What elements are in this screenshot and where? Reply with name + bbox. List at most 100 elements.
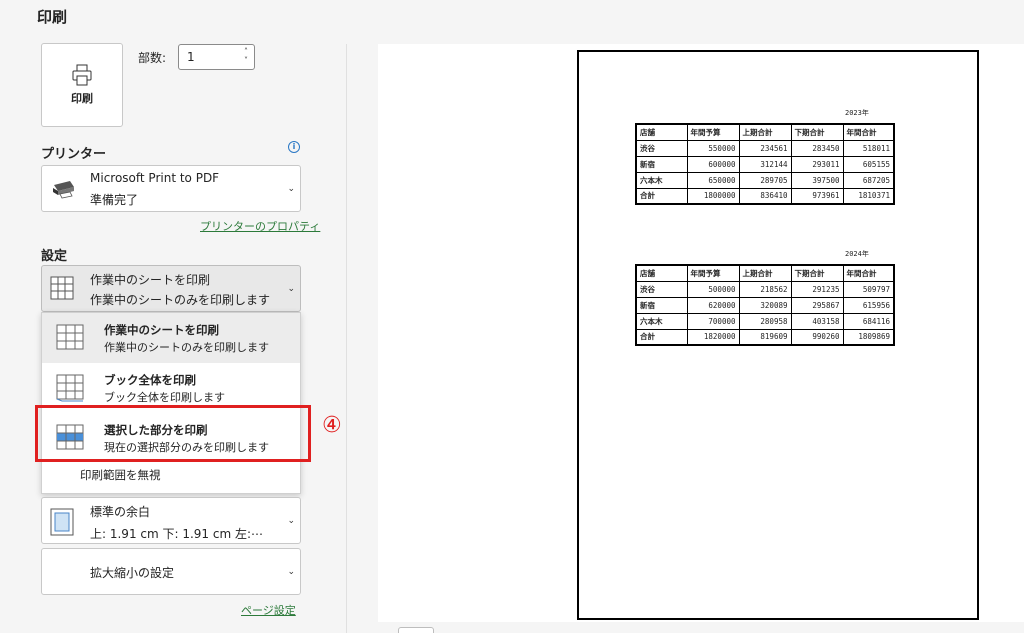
- printer-properties-link[interactable]: プリンターのプロパティ: [200, 218, 320, 234]
- highlight-box: [35, 405, 311, 462]
- panel-divider: [346, 44, 347, 633]
- store-cell: 新宿: [635, 296, 688, 314]
- header-cell: 上期合計: [738, 123, 792, 141]
- margins-dropdown[interactable]: 標準の余白 上: 1.91 cm 下: 1.91 cm 左:⋯ ⌄: [41, 497, 301, 544]
- store-cell: 合計: [635, 328, 688, 346]
- store-cell: 渋谷: [635, 280, 688, 298]
- printer-dropdown[interactable]: Microsoft Print to PDF 準備完了 ⌄: [41, 165, 301, 212]
- book-grid-icon: [56, 374, 84, 402]
- chevron-down-icon: ⌄: [287, 515, 295, 526]
- value-cell: 550000: [686, 139, 740, 157]
- header-cell: 年間合計: [842, 264, 895, 282]
- value-cell: 615956: [842, 296, 895, 314]
- table-total-row: 合計 1820000 819609 990260 1809869: [635, 328, 895, 346]
- menu-item-subtitle: 作業中のシートのみを印刷します: [104, 341, 269, 354]
- printer-section-title: プリンター: [41, 147, 107, 162]
- print-scope-dropdown[interactable]: 作業中のシートを印刷 作業中のシートのみを印刷します ⌄: [41, 265, 301, 312]
- page-title: 印刷: [37, 8, 68, 26]
- header-cell: 上期合計: [738, 264, 792, 282]
- value-cell: 836410: [738, 187, 792, 205]
- printer-icon: [72, 64, 92, 86]
- settings-section-title: 設定: [41, 249, 68, 264]
- table-row: 渋谷 550000 234561 283450 518011: [635, 139, 895, 157]
- value-cell: 283450: [790, 139, 844, 157]
- value-cell: 291235: [790, 280, 844, 298]
- store-cell: 合計: [635, 187, 688, 205]
- table-row: 新宿 620000 320089 295867 615956: [635, 296, 895, 314]
- margins-subtitle: 上: 1.91 cm 下: 1.91 cm 左:⋯: [90, 527, 264, 541]
- step-number: ④: [322, 413, 342, 438]
- chevron-down-icon: ⌄: [287, 183, 295, 194]
- value-cell: 500000: [686, 280, 740, 298]
- value-cell: 280958: [738, 312, 792, 330]
- sales-table-2024: 店舗 年間予算 上期合計 下期合計 年間合計 渋谷 500000 218562 …: [635, 264, 895, 346]
- value-cell: 320089: [738, 296, 792, 314]
- sales-table-2023: 店舗 年間予算 上期合計 下期合計 年間合計 渋谷 550000 234561 …: [635, 123, 895, 205]
- print-button[interactable]: 印刷: [41, 43, 123, 127]
- value-cell: 1820000: [686, 328, 740, 346]
- header-cell: 年間合計: [842, 123, 895, 141]
- store-cell: 渋谷: [635, 139, 688, 157]
- value-cell: 605155: [842, 155, 895, 173]
- value-cell: 289705: [738, 171, 792, 189]
- chevron-up-icon[interactable]: ˄: [244, 47, 248, 56]
- print-button-label: 印刷: [71, 92, 93, 105]
- copies-value: 1: [187, 50, 195, 64]
- value-cell: 1810371: [842, 187, 895, 205]
- margins-title: 標準の余白: [90, 505, 151, 519]
- header-cell: 年間予算: [686, 123, 740, 141]
- info-icon[interactable]: i: [288, 141, 300, 153]
- value-cell: 687205: [842, 171, 895, 189]
- value-cell: 990260: [790, 328, 844, 346]
- value-cell: 700000: [686, 312, 740, 330]
- copies-input[interactable]: 1 ˄ ˅: [178, 44, 255, 70]
- value-cell: 600000: [686, 155, 740, 173]
- print-settings-panel: 印刷 印刷 部数: 1 ˄ ˅ プリンター i Microsoft Print …: [0, 0, 346, 633]
- sheet-grid-icon: [56, 324, 84, 350]
- value-cell: 312144: [738, 155, 792, 173]
- chevron-down-icon: ⌄: [287, 566, 295, 577]
- table-row: 新宿 600000 312144 293011 605155: [635, 155, 895, 173]
- table-row: 渋谷 500000 218562 291235 509797: [635, 280, 895, 298]
- menu-item-active-sheet[interactable]: 作業中のシートを印刷 作業中のシートのみを印刷します: [42, 313, 300, 363]
- store-cell: 新宿: [635, 155, 688, 173]
- copies-spinner[interactable]: ˄ ˅: [244, 47, 248, 65]
- header-cell: 下期合計: [790, 264, 844, 282]
- table-row: 六本木 700000 280958 403158 684116: [635, 312, 895, 330]
- chevron-down-icon: ⌄: [287, 283, 295, 294]
- value-cell: 509797: [842, 280, 895, 298]
- print-scope-menu: 作業中のシートを印刷 作業中のシートのみを印刷します ブック全体を印刷 ブック全…: [41, 312, 301, 494]
- menu-item-title: ブック全体を印刷: [104, 373, 196, 387]
- value-cell: 684116: [842, 312, 895, 330]
- header-cell: 店舗: [635, 264, 688, 282]
- menu-item-title: 作業中のシートを印刷: [104, 323, 219, 337]
- value-cell: 518011: [842, 139, 895, 157]
- printer-name: Microsoft Print to PDF: [90, 171, 220, 185]
- printer-status: 準備完了: [90, 193, 139, 207]
- margins-icon: [50, 508, 74, 536]
- table-header-row: 店舗 年間予算 上期合計 下期合計 年間合計: [635, 123, 895, 141]
- chevron-down-icon[interactable]: ˅: [244, 56, 248, 65]
- header-cell: 店舗: [635, 123, 688, 141]
- header-cell: 下期合計: [790, 123, 844, 141]
- value-cell: 620000: [686, 296, 740, 314]
- sheet-grid-icon: [50, 276, 74, 300]
- table-year-label: 2024年: [845, 250, 869, 258]
- menu-item-ignore-print-area[interactable]: 印刷範囲を無視: [80, 467, 161, 483]
- table-year-label: 2023年: [845, 109, 869, 117]
- table-row: 六本木 650000 289705 397500 687205: [635, 171, 895, 189]
- print-scope-title: 作業中のシートを印刷: [90, 273, 211, 287]
- scaling-dropdown[interactable]: 拡大縮小の設定 ⌄: [41, 548, 301, 595]
- menu-item-subtitle: ブック全体を印刷します: [104, 391, 225, 404]
- preview-page: 2023年 店舗 年間予算 上期合計 下期合計 年間合計 渋谷 550000 2…: [577, 50, 979, 620]
- value-cell: 397500: [790, 171, 844, 189]
- value-cell: 234561: [738, 139, 792, 157]
- page-navigator[interactable]: [398, 627, 434, 633]
- store-cell: 六本木: [635, 312, 688, 330]
- table-header-row: 店舗 年間予算 上期合計 下期合計 年間合計: [635, 264, 895, 282]
- copies-label: 部数:: [138, 51, 167, 65]
- value-cell: 650000: [686, 171, 740, 189]
- header-cell: 年間予算: [686, 264, 740, 282]
- page-setup-link[interactable]: ページ設定: [241, 602, 296, 618]
- printer-device-icon: [53, 181, 74, 199]
